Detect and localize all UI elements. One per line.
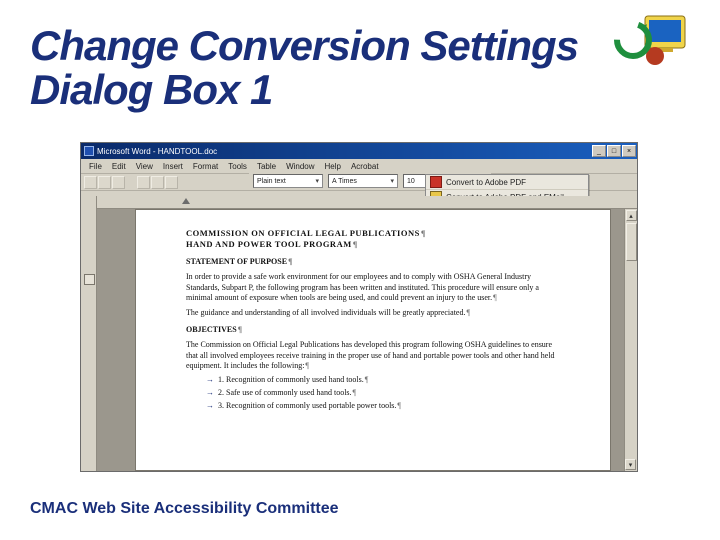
minimize-button[interactable]: _ [592,145,606,157]
menu-window[interactable]: Window [281,162,319,171]
font-combo-value: A Times [332,178,357,185]
window-title: Microsoft Word - HANDTOOL.doc [97,147,217,156]
doc-list-item: 1. Recognition of commonly used hand too… [206,375,560,386]
close-button[interactable]: × [622,145,636,157]
preview-icon[interactable] [151,176,164,189]
titlebar: Microsoft Word - HANDTOOL.doc _ □ × [81,143,637,159]
word-app-icon [84,146,94,156]
acrobat-convert-pdf[interactable]: Convert to Adobe PDF [426,175,588,190]
doc-section-2-title: OBJECTIVES [186,325,560,336]
menu-help[interactable]: Help [320,162,346,171]
chevron-down-icon: ▾ [315,177,319,185]
doc-list-item: 3. Recognition of commonly used portable… [206,401,560,412]
menu-format[interactable]: Format [188,162,223,171]
menu-table[interactable]: Table [252,162,281,171]
menu-view[interactable]: View [131,162,158,171]
pdf-icon [430,176,442,188]
scroll-down-icon[interactable]: ▾ [625,459,636,470]
doc-heading-1: COMMISSION ON OFFICIAL LEGAL PUBLICATION… [186,228,560,239]
vertical-ruler [81,196,97,471]
menu-acrobat[interactable]: Acrobat [346,162,384,171]
doc-heading-2: HAND AND POWER TOOL PROGRAM [186,239,560,250]
doc-paragraph: The guidance and understanding of all in… [186,308,560,319]
acrobat-item-label: Convert to Adobe PDF [446,178,526,187]
logo-icon [597,8,692,73]
new-doc-icon[interactable] [84,176,97,189]
font-combo[interactable]: A Times ▾ [328,174,398,188]
menubar: File Edit View Insert Format Tools Table… [81,159,637,174]
slide-title: Change Conversion Settings Dialog Box 1 [30,24,670,112]
style-combo-value: Plain text [257,178,286,185]
doc-section-1-title: STATEMENT OF PURPOSE [186,257,560,268]
menu-insert[interactable]: Insert [158,162,188,171]
open-icon[interactable] [98,176,111,189]
save-icon[interactable] [112,176,125,189]
doc-list-item: 2. Safe use of commonly used hand tools. [206,388,560,399]
document-page[interactable]: COMMISSION ON OFFICIAL LEGAL PUBLICATION… [135,209,611,471]
size-combo-value: 10 [407,178,415,185]
scroll-thumb[interactable] [626,223,637,261]
document-area: COMMISSION ON OFFICIAL LEGAL PUBLICATION… [81,196,637,471]
vertical-scrollbar[interactable]: ▴ ▾ [624,209,637,471]
menu-tools[interactable]: Tools [223,162,252,171]
scroll-up-icon[interactable]: ▴ [626,210,637,221]
maximize-button[interactable]: □ [607,145,621,157]
indent-marker-icon[interactable] [182,198,190,204]
chevron-down-icon: ▾ [390,177,394,185]
menu-edit[interactable]: Edit [107,162,131,171]
doc-paragraph: The Commission on Official Legal Publica… [186,340,560,372]
horizontal-ruler [97,196,637,209]
slide-footer: CMAC Web Site Accessibility Committee [30,500,339,518]
doc-paragraph: In order to provide a safe work environm… [186,272,560,304]
print-icon[interactable] [137,176,150,189]
spellcheck-icon[interactable] [165,176,178,189]
word-screenshot: Microsoft Word - HANDTOOL.doc _ □ × File… [80,142,638,472]
menu-file[interactable]: File [84,162,107,171]
style-combo[interactable]: Plain text ▾ [253,174,323,188]
